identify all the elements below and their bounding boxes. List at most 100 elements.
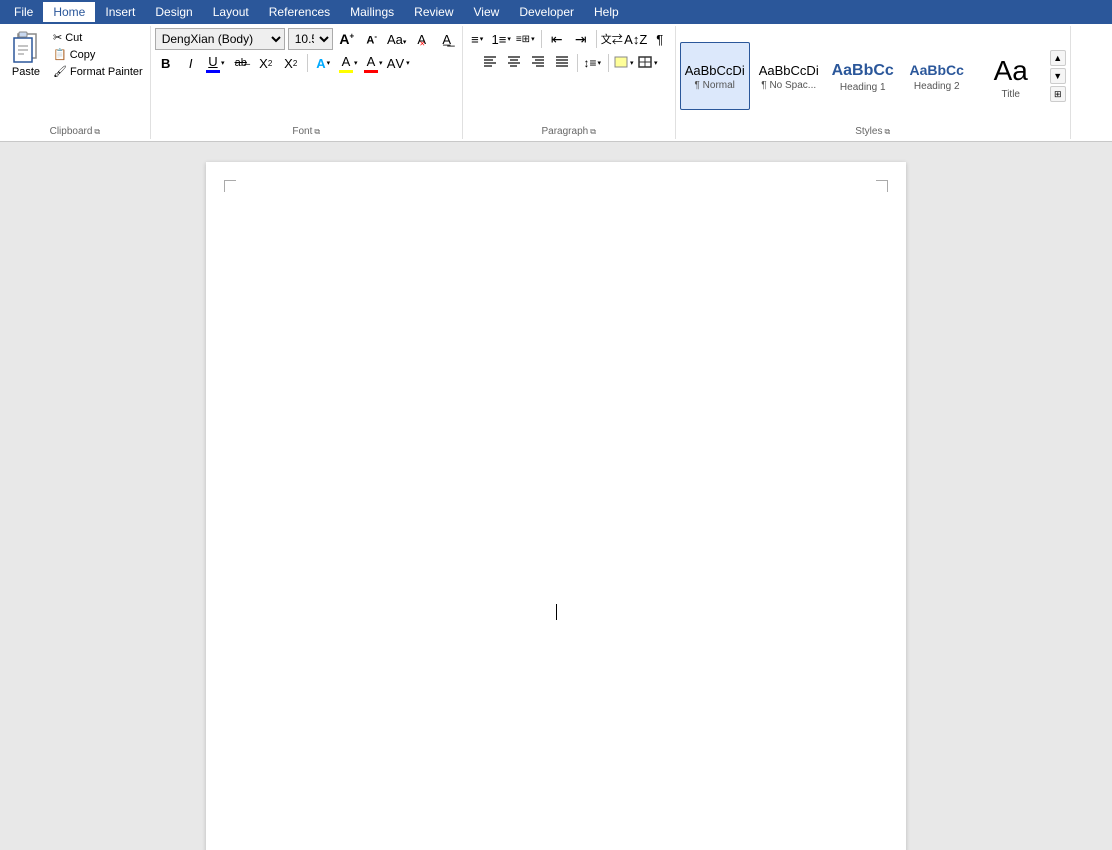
style-normal-card[interactable]: AaBbCcDi ¶ Normal [680, 42, 750, 110]
document-page[interactable] [206, 162, 906, 850]
style-h2-card[interactable]: AaBbCc Heading 2 [902, 42, 972, 110]
shading-dropdown[interactable]: ▾ [629, 59, 635, 67]
corner-mark-tl [224, 180, 236, 192]
highlight-dropdown[interactable]: ▾ [353, 59, 359, 67]
multilevel-dropdown[interactable]: ▾ [530, 35, 536, 43]
tab-layout[interactable]: Layout [203, 2, 259, 22]
shading-icon [613, 55, 629, 72]
paragraph-expand-icon[interactable]: ⧉ [590, 127, 596, 137]
bullets-dropdown[interactable]: ▾ [479, 35, 485, 43]
tab-developer[interactable]: Developer [509, 2, 584, 22]
underline-dropdown[interactable]: ▾ [220, 59, 226, 67]
multilevel-icon: ≡⊞ [516, 34, 530, 45]
clipboard-expand-icon[interactable]: ⧉ [94, 127, 100, 137]
paragraph-group: ≡ ▾ 1≡ ▾ ≡⊞ ▾ ⇤ ⇥ [463, 26, 676, 139]
clear-format-icon: A✕ [417, 32, 426, 47]
align-left-icon [482, 55, 498, 72]
align-right-button[interactable] [527, 52, 549, 74]
underline-button[interactable]: U ▾ [205, 52, 227, 74]
decrease-indent-icon: ⇤ [551, 31, 563, 48]
numbering-icon: 1≡ [492, 32, 507, 47]
char-border-button[interactable]: A̲̲ [436, 28, 458, 50]
style-h2-preview: AaBbCc [909, 62, 963, 79]
show-marks-button[interactable]: ¶ [649, 28, 671, 50]
styles-group: AaBbCcDi ¶ Normal AaBbCcDi ¶ No Spac... … [676, 26, 1071, 139]
style-nospace-card[interactable]: AaBbCcDi ¶ No Spac... [754, 42, 824, 110]
increase-font-button[interactable]: A+ [336, 28, 358, 50]
highlight-button[interactable]: A ▾ [338, 52, 360, 74]
style-title-card[interactable]: Aa Title [976, 42, 1046, 110]
text-effects-icon: A [316, 56, 325, 71]
font-name-select[interactable]: DengXian (Body) Arial Times New Roman Ca… [155, 28, 285, 50]
cut-label: Cut [65, 32, 82, 44]
paste-button[interactable]: Paste [4, 28, 48, 80]
numbering-dropdown[interactable]: ▾ [506, 35, 512, 43]
cursor-area[interactable] [555, 604, 557, 620]
line-spacing-button[interactable]: ↕≡ ▾ [582, 52, 604, 74]
tab-help[interactable]: Help [584, 2, 629, 22]
font-expand-icon[interactable]: ⧉ [314, 127, 320, 137]
text-effects-dropdown[interactable]: ▾ [326, 59, 332, 67]
styles-scroll-down[interactable]: ▼ [1050, 68, 1066, 84]
style-title-preview: Aa [994, 54, 1028, 88]
sort-button[interactable]: A↕Z [625, 28, 647, 50]
styles-expand[interactable]: ⊞ [1050, 86, 1066, 102]
font-color-dropdown[interactable]: ▾ [378, 59, 384, 67]
change-case-button[interactable]: Aa▾ [386, 28, 408, 50]
corner-mark-tr [876, 180, 888, 192]
tab-home[interactable]: Home [43, 2, 95, 22]
tab-file[interactable]: File [4, 2, 43, 22]
style-h1-card[interactable]: AaBbCc Heading 1 [828, 42, 898, 110]
para-sep1 [541, 30, 542, 48]
borders-button[interactable]: ▾ [637, 52, 659, 74]
tab-review[interactable]: Review [404, 2, 463, 22]
decrease-font-button[interactable]: A- [361, 28, 383, 50]
borders-dropdown[interactable]: ▾ [653, 59, 659, 67]
format-painter-button[interactable]: 🖌 Format Painter [50, 64, 146, 79]
tab-design[interactable]: Design [145, 2, 202, 22]
highlight-icon: A [339, 54, 353, 73]
superscript-button[interactable]: X2 [280, 52, 302, 74]
italic-button[interactable]: I [180, 52, 202, 74]
decrease-indent-button[interactable]: ⇤ [546, 28, 568, 50]
justify-button[interactable] [551, 52, 573, 74]
text-cursor[interactable] [555, 604, 557, 620]
increase-indent-button[interactable]: ⇥ [570, 28, 592, 50]
shading-button[interactable]: ▾ [613, 52, 635, 74]
tab-mailings[interactable]: Mailings [340, 2, 404, 22]
styles-expand-icon[interactable]: ⧉ [884, 127, 890, 137]
char-spacing-icon: AV [387, 56, 405, 71]
font-size-select[interactable]: 10.5 8 10 11 12 14 16 18 24 36 [288, 28, 333, 50]
format-painter-icon: 🖌 [53, 65, 67, 78]
multilevel-button[interactable]: ≡⊞ ▾ [515, 28, 537, 50]
styles-arrows: ▲ ▼ ⊞ [1050, 50, 1066, 102]
tab-view[interactable]: View [464, 2, 510, 22]
text-effects-button[interactable]: A ▾ [313, 52, 335, 74]
chinese-layout-button[interactable]: 文⇄ [601, 28, 623, 50]
char-spacing-button[interactable]: AV ▾ [388, 52, 410, 74]
clipboard-group: Paste ✂ Cut 📋 Copy 🖌 Format Painter Clip… [0, 26, 151, 139]
bold-button[interactable]: B [155, 52, 177, 74]
cut-button[interactable]: ✂ Cut [50, 30, 146, 45]
align-right-icon [530, 55, 546, 72]
clipboard-group-label: Clipboard ⧉ [4, 126, 146, 137]
char-spacing-dropdown[interactable]: ▾ [405, 59, 411, 67]
strikethrough-button[interactable]: ab̶ [230, 52, 252, 74]
copy-button[interactable]: 📋 Copy [50, 47, 146, 62]
document-area[interactable] [0, 142, 1112, 850]
paste-label: Paste [12, 66, 40, 78]
styles-scroll-up[interactable]: ▲ [1050, 50, 1066, 66]
numbering-button[interactable]: 1≡ ▾ [491, 28, 513, 50]
tab-insert[interactable]: Insert [95, 2, 145, 22]
bullets-button[interactable]: ≡ ▾ [467, 28, 489, 50]
font-color-button[interactable]: A ▾ [363, 52, 385, 74]
tab-references[interactable]: References [259, 2, 340, 22]
clear-format-button[interactable]: A✕ [411, 28, 433, 50]
align-left-button[interactable] [479, 52, 501, 74]
style-nospace-label: ¶ No Spac... [761, 80, 816, 91]
decrease-font-icon: A- [366, 32, 377, 47]
clipboard-content: Paste ✂ Cut 📋 Copy 🖌 Format Painter [4, 28, 146, 124]
subscript-button[interactable]: X2 [255, 52, 277, 74]
line-spacing-dropdown[interactable]: ▾ [596, 59, 602, 67]
align-center-button[interactable] [503, 52, 525, 74]
